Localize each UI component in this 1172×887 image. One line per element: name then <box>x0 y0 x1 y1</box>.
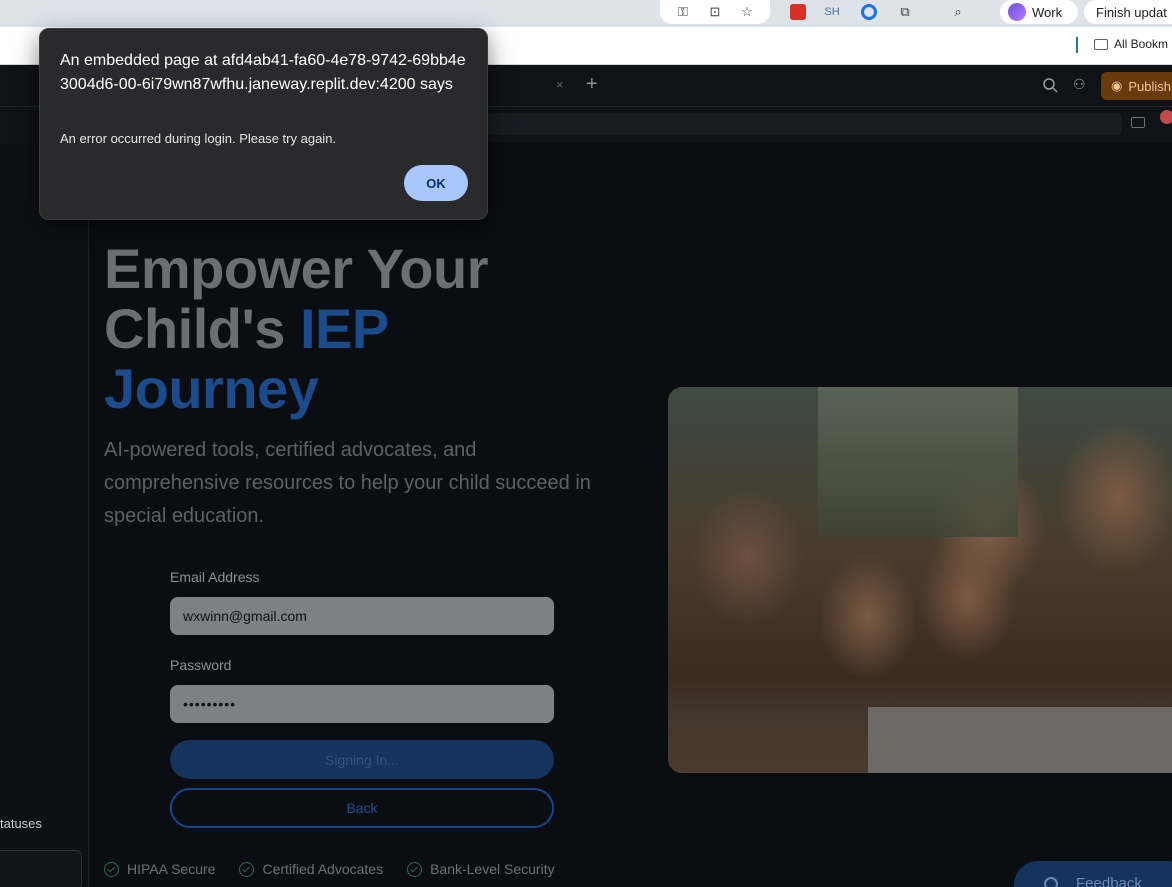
trust-badge: HIPAA Secure <box>104 861 215 877</box>
extension-c-icon[interactable] <box>859 2 879 22</box>
trust-badge-label: Certified Advocates <box>262 861 384 877</box>
webview-url-bar[interactable] <box>488 113 1122 135</box>
email-label: Email Address <box>170 569 260 585</box>
password-field[interactable]: ••••••••• <box>170 685 554 723</box>
finish-update-button[interactable]: Finish updat <box>1084 0 1172 24</box>
trust-badge: Bank-Level Security <box>407 861 555 877</box>
folder-icon <box>1094 38 1108 50</box>
sidebar-statuses-label[interactable]: tatuses <box>0 816 42 831</box>
email-field[interactable]: wxwinn@gmail.com <box>170 597 554 635</box>
publish-button[interactable]: ◉ Publish <box>1101 72 1172 100</box>
check-circle-icon <box>104 861 119 877</box>
all-bookmarks-label: All Bookm <box>1114 37 1169 51</box>
hero-title-line2: Child's IEP <box>104 299 624 359</box>
publish-label: Publish <box>1128 78 1171 94</box>
sidebar-input-box[interactable] <box>0 850 82 887</box>
webview-preview: Empower Your Child's IEP Journey AI-powe… <box>90 143 1172 887</box>
puzzle-icon[interactable]: ⧉ <box>895 2 915 22</box>
profile-avatar <box>1008 3 1026 21</box>
profile-name: Work <box>1032 4 1063 20</box>
hero-title: Empower Your Child's IEP Journey <box>104 239 624 419</box>
trust-badge-label: Bank-Level Security <box>430 861 555 877</box>
dialog-title: An embedded page at afd4ab41-fa60-4e78-9… <box>60 52 466 93</box>
feedback-button[interactable]: Feedback <box>1014 861 1172 887</box>
photo-paper <box>868 707 1172 773</box>
hero-subtitle: AI-powered tools, certified advocates, a… <box>104 439 591 527</box>
family-photo <box>668 387 1172 773</box>
alert-dialog: An embedded page at afd4ab41-fa60-4e78-9… <box>39 28 488 220</box>
dialog-message: An error occurred during login. Please t… <box>60 131 337 146</box>
all-bookmarks-button[interactable]: All Bookm <box>1094 37 1168 51</box>
search-icon[interactable] <box>1042 77 1058 93</box>
feedback-icon <box>1044 877 1058 887</box>
extension-sh-icon[interactable]: SH <box>822 2 842 22</box>
ide-sidebar <box>0 143 89 887</box>
invite-user-icon[interactable]: ⚇ <box>1073 76 1086 93</box>
tab-search-icon[interactable]: ⌕ <box>948 2 968 22</box>
trust-badge-label: HIPAA Secure <box>127 861 216 877</box>
new-tab-icon[interactable]: + <box>586 73 598 96</box>
browser-toolbar: ⚿ ⊡ ☆ SH ⧉ ⌕ Work Finish updat <box>0 0 1172 27</box>
sign-in-button[interactable]: Signing In... <box>170 740 554 779</box>
photo-window <box>818 387 1018 537</box>
ok-button[interactable]: OK <box>404 165 468 201</box>
star-icon[interactable]: ☆ <box>737 2 757 22</box>
password-label: Password <box>170 657 232 673</box>
profile-button[interactable]: Work <box>1000 0 1078 24</box>
feedback-label: Feedback <box>1076 875 1142 887</box>
extension-red-icon[interactable] <box>788 2 808 22</box>
publish-icon: ◉ <box>1111 78 1123 93</box>
check-circle-icon <box>407 861 423 877</box>
hero-title-plain: Child's <box>104 297 300 360</box>
bookmarks-divider <box>1076 37 1078 53</box>
check-circle-icon <box>239 861 255 877</box>
notification-badge <box>1160 110 1172 124</box>
key-icon[interactable]: ⚿ <box>673 2 693 22</box>
devtools-icon[interactable] <box>1131 117 1145 128</box>
trust-badge: Certified Advocates <box>239 861 383 877</box>
close-tab-icon[interactable]: × <box>556 77 564 92</box>
hero-title-line1: Empower Your <box>104 237 489 300</box>
install-app-icon[interactable]: ⊡ <box>705 2 725 22</box>
trust-badges: HIPAA Secure Certified Advocates Bank-Le… <box>104 861 555 877</box>
hero-title-accent: IEP <box>300 297 389 360</box>
back-button[interactable]: Back <box>170 788 554 828</box>
hero-title-line3: Journey <box>104 357 319 420</box>
